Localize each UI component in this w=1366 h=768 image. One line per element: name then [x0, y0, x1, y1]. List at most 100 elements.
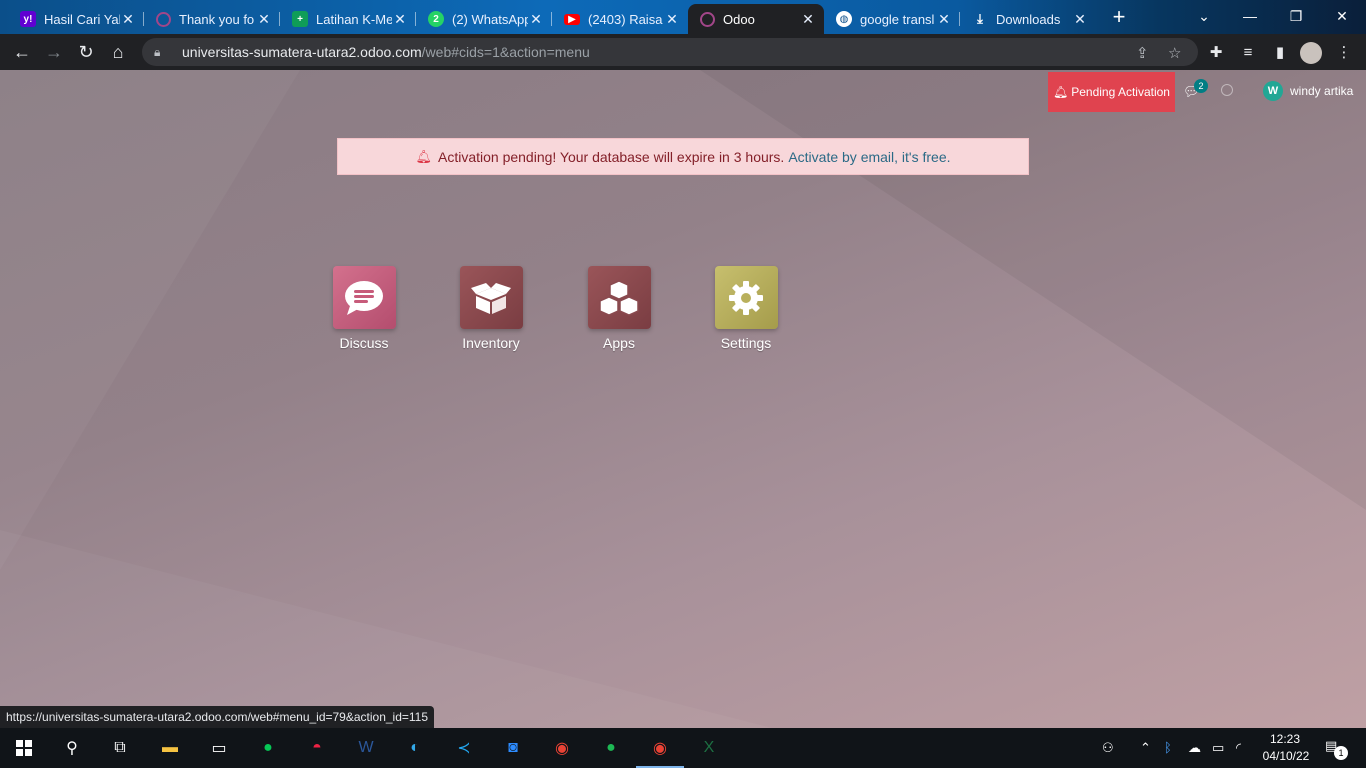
media-control-icon[interactable]: ≡	[1236, 41, 1260, 65]
browser-toolbar: ← → ↻ ⌂ 🔒︎ universitas-sumatera-utara2.o…	[0, 34, 1366, 70]
activate-link[interactable]: Activate by email, it's free.	[788, 149, 950, 165]
close-icon[interactable]: ✕	[664, 11, 680, 28]
tab-yahoo[interactable]: y! Hasil Cari Yah ✕	[8, 4, 144, 34]
chrome-profile-icon[interactable]: ◉	[636, 734, 684, 768]
globe-icon: ◍	[836, 11, 852, 27]
close-icon[interactable]: ✕	[936, 11, 952, 28]
search-icon[interactable]: ⚲	[58, 734, 86, 762]
activation-alert: 🔔︎ Activation pending! Your database wil…	[337, 138, 1029, 175]
windows-start-icon[interactable]	[10, 734, 38, 762]
restore-button[interactable]: ❐	[1276, 4, 1316, 28]
tab-youtube[interactable]: ▶ (2403) Raisa ✕	[552, 4, 688, 34]
tab-title: Odoo	[723, 11, 755, 27]
excel-icon[interactable]: X	[695, 734, 723, 762]
message-count-badge: 2	[1194, 79, 1208, 93]
app-apps[interactable]: Apps	[569, 266, 669, 351]
close-icon[interactable]: ✕	[120, 11, 136, 28]
app-label: Settings	[720, 335, 772, 351]
close-icon[interactable]: ✕	[800, 11, 816, 28]
close-icon[interactable]: ✕	[256, 11, 272, 28]
tab-title: Thank you fo	[179, 11, 255, 27]
terminal-icon[interactable]: ▭	[205, 734, 233, 762]
pending-activation-label: Pending Activation	[1071, 85, 1170, 99]
chat-bubble-icon	[332, 266, 396, 329]
open-box-icon	[459, 266, 523, 329]
tab-odoo[interactable]: Odoo ✕	[688, 4, 824, 34]
odoo-ring-icon	[700, 11, 715, 27]
bookmark-star-icon[interactable]: ☆	[1168, 44, 1181, 62]
line-app-icon[interactable]: ●	[254, 734, 282, 762]
clock-time[interactable]: 12:23	[1270, 732, 1300, 746]
side-panel-icon[interactable]: ▮	[1268, 41, 1292, 65]
new-tab-button[interactable]: +	[1106, 6, 1132, 30]
bell-icon: 🔔︎	[1053, 85, 1069, 99]
tab-thank-you[interactable]: Thank you fo ✕	[144, 4, 280, 34]
back-arrow-icon[interactable]: ←	[10, 40, 34, 64]
browser-menu-icon[interactable]: ⋮	[1332, 41, 1356, 65]
odoo-ring-icon	[156, 11, 171, 27]
people-icon[interactable]: ⚇	[1102, 740, 1114, 756]
close-window-button[interactable]: ✕	[1322, 4, 1362, 28]
app-inventory[interactable]: Inventory	[441, 266, 541, 351]
bell-icon: 🔔︎	[415, 148, 432, 164]
user-menu[interactable]: windy artika	[1290, 84, 1353, 98]
status-bar-url: https://universitas-sumatera-utara2.odoo…	[0, 706, 435, 728]
tab-search-chevron-icon[interactable]: ⌄	[1184, 4, 1224, 28]
app-label: Apps	[603, 335, 635, 351]
close-icon[interactable]: ✕	[392, 11, 408, 28]
tab-title: (2) WhatsApp	[452, 11, 528, 27]
lock-icon[interactable]: 🔒︎	[154, 45, 168, 60]
odoo-home-menu: 🔔︎ Pending Activation 💬︎ 2 W windy artik…	[0, 70, 1366, 728]
forward-arrow-icon[interactable]: →	[42, 40, 66, 64]
url-host: universitas-sumatera-utara2.odoo.com	[182, 44, 422, 60]
chevron-up-icon[interactable]: ⌃	[1140, 740, 1151, 756]
app-discuss[interactable]: Discuss	[314, 266, 414, 351]
onedrive-icon[interactable]: ☁	[1188, 740, 1201, 756]
youtube-icon: ▶	[564, 13, 580, 25]
download-icon: ⤓	[977, 11, 983, 26]
tab-title: Downloads	[996, 11, 1061, 27]
close-icon[interactable]: ✕	[1072, 11, 1088, 28]
file-explorer-icon[interactable]: ▬	[156, 734, 184, 762]
address-bar[interactable]: 🔒︎ universitas-sumatera-utara2.odoo.com …	[142, 38, 1198, 66]
alert-text: Activation pending! Your database will e…	[437, 148, 785, 165]
word-icon[interactable]: W	[352, 734, 380, 762]
tab-whatsapp[interactable]: 2 (2) WhatsApp ✕	[416, 4, 552, 34]
tab-downloads[interactable]: ⤓ Downloads ✕	[960, 4, 1096, 34]
tab-latihan[interactable]: + Latihan K-Me ✕	[280, 4, 416, 34]
edge-icon[interactable]: ◐	[401, 734, 429, 762]
cubes-icon	[587, 266, 651, 329]
profile-avatar[interactable]	[1300, 42, 1322, 64]
minimize-button[interactable]: —	[1230, 4, 1270, 28]
battery-icon[interactable]: ▭	[1212, 740, 1224, 756]
notification-count-badge: 1	[1334, 746, 1348, 760]
wifi-icon[interactable]: ◜	[1236, 740, 1241, 756]
reload-icon[interactable]: ↻	[74, 40, 98, 64]
home-icon[interactable]: ⌂	[106, 40, 130, 64]
whatsapp-icon: 2	[428, 11, 444, 27]
close-icon[interactable]: ✕	[528, 11, 544, 28]
paint-icon[interactable]: ◓	[303, 734, 331, 762]
tab-title: Latihan K-Me	[316, 11, 392, 27]
spotify-icon[interactable]: ●	[597, 734, 625, 762]
clock-date[interactable]: 04/10/22	[1260, 749, 1312, 763]
tab-google-translate[interactable]: ◍ google transl ✕	[824, 4, 960, 34]
app-label: Inventory	[462, 335, 520, 351]
vscode-icon[interactable]: ≺	[450, 734, 478, 762]
tab-strip: y! Hasil Cari Yah ✕ Thank you fo ✕ + Lat…	[0, 0, 1366, 34]
activity-clock-icon[interactable]	[1221, 84, 1233, 96]
tab-title: (2403) Raisa	[588, 11, 663, 27]
user-avatar[interactable]: W	[1263, 81, 1283, 101]
chrome-icon[interactable]: ◉	[548, 734, 576, 762]
gear-icon	[714, 266, 778, 329]
pending-activation-button[interactable]: 🔔︎ Pending Activation	[1048, 72, 1175, 112]
yahoo-icon: y!	[20, 11, 36, 27]
sheets-plus-icon: +	[292, 11, 308, 27]
task-view-icon[interactable]: ⧉	[106, 734, 134, 762]
extensions-icon[interactable]: ✚	[1204, 41, 1228, 65]
share-icon[interactable]: ⇪	[1136, 44, 1149, 62]
app-settings[interactable]: Settings	[696, 266, 796, 351]
bluetooth-icon[interactable]: ᛒ	[1164, 740, 1172, 755]
url-path: /web#cids=1&action=menu	[421, 44, 590, 60]
zoom-icon[interactable]: ◙	[499, 734, 527, 762]
